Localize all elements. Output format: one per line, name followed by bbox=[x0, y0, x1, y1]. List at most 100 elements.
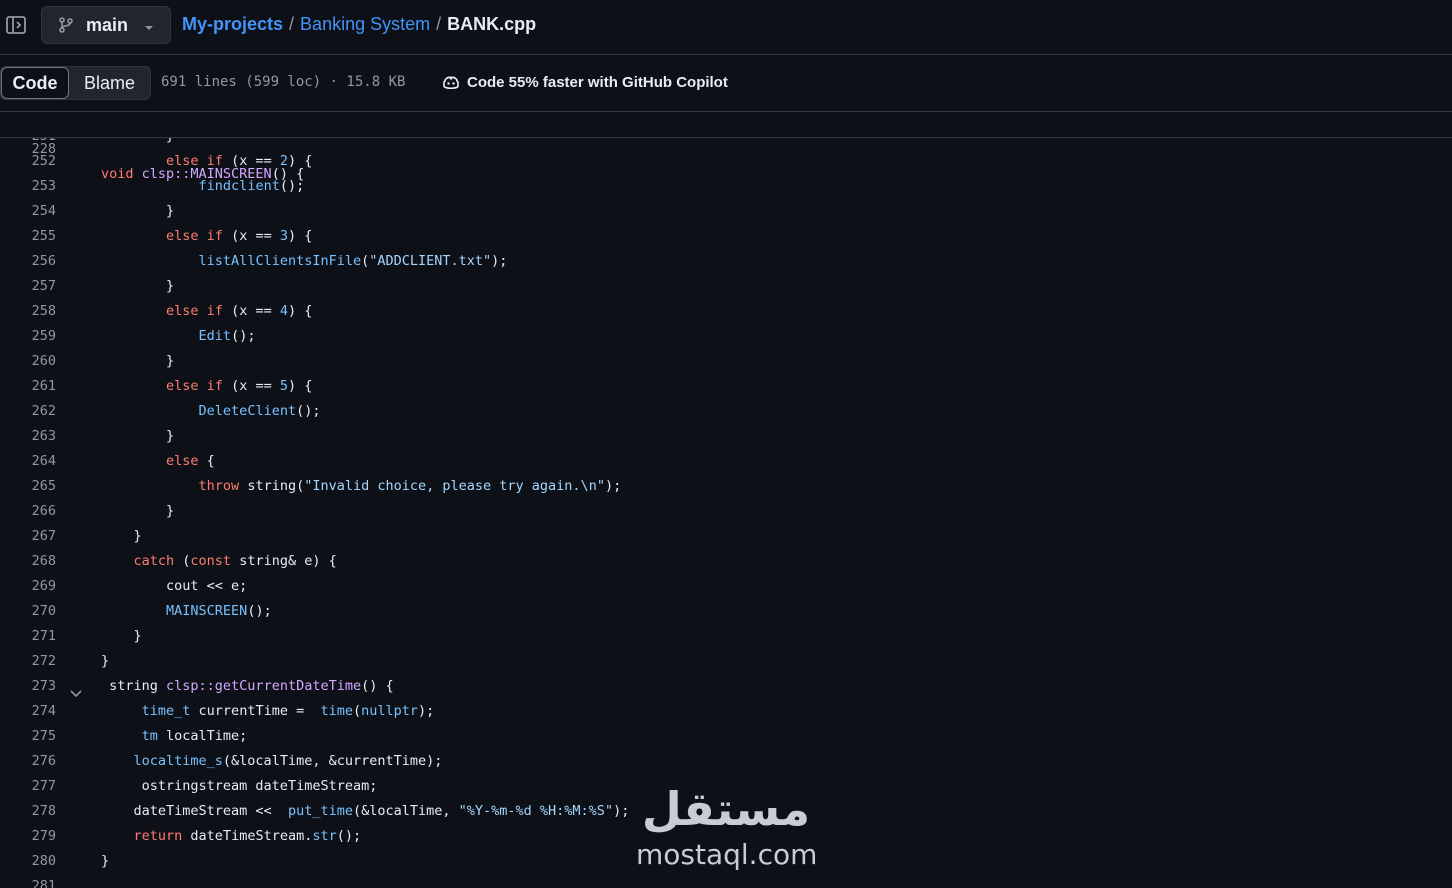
code-token: (&localTime, &currentTime); bbox=[222, 753, 443, 769]
code-token: ostringstream dateTimeStream; bbox=[101, 778, 378, 794]
code-token: cout << e; bbox=[101, 578, 248, 594]
line-number[interactable]: 257 bbox=[0, 274, 56, 299]
line-number[interactable]: 263 bbox=[0, 424, 56, 449]
code-line: 281 bbox=[0, 874, 1452, 888]
code-line: 272} bbox=[0, 649, 1452, 674]
code-token: str bbox=[312, 828, 337, 844]
breadcrumb-folder-link[interactable]: Banking System bbox=[300, 14, 430, 34]
code-text: } bbox=[101, 524, 142, 549]
code-text: tm localTime; bbox=[101, 724, 248, 749]
code-text: return dateTimeStream.str(); bbox=[101, 824, 362, 849]
code-token: string bbox=[101, 678, 167, 694]
copilot-promo-button[interactable]: Code 55% faster with GitHub Copilot bbox=[441, 73, 728, 91]
code-line: 271 } bbox=[0, 624, 1452, 649]
code-text: void clsp::MAINSCREEN() { bbox=[101, 162, 304, 187]
code-text: } bbox=[101, 424, 174, 449]
line-number[interactable]: 228 bbox=[0, 137, 56, 162]
line-number[interactable]: 260 bbox=[0, 349, 56, 374]
code-token: clsp::MAINSCREEN bbox=[141, 166, 272, 182]
code-token: 3 bbox=[279, 228, 288, 244]
code-line: 261 else if (x == 5) { bbox=[0, 374, 1452, 399]
line-number[interactable]: 269 bbox=[0, 574, 56, 599]
sticky-scroll-line[interactable]: 228 void clsp::MAINSCREEN() { bbox=[0, 112, 1452, 182]
breadcrumb-current-file: BANK.cpp bbox=[447, 14, 537, 34]
sidebar-toggle-icon[interactable] bbox=[5, 14, 27, 36]
code-line: 266 } bbox=[0, 499, 1452, 524]
line-number[interactable]: 280 bbox=[0, 849, 56, 874]
line-number[interactable]: 281 bbox=[0, 874, 56, 888]
line-number[interactable]: 278 bbox=[0, 799, 56, 824]
code-token: localTime; bbox=[157, 728, 248, 744]
code-line: 274 time_t currentTime = time(nullptr); bbox=[0, 699, 1452, 724]
code-token: (&localTime, bbox=[352, 803, 459, 819]
code-token: } bbox=[101, 628, 142, 644]
line-number[interactable]: 268 bbox=[0, 549, 56, 574]
code-line: 268 catch (const string& e) { bbox=[0, 549, 1452, 574]
code-text: DeleteClient(); bbox=[101, 399, 321, 424]
line-number[interactable]: 270 bbox=[0, 599, 56, 624]
code-token: else if bbox=[166, 228, 223, 244]
code-token: (); bbox=[296, 403, 321, 419]
line-number[interactable]: 271 bbox=[0, 624, 56, 649]
code-token: time bbox=[320, 703, 353, 719]
code-line: 263 } bbox=[0, 424, 1452, 449]
branch-selector-button[interactable]: main bbox=[41, 6, 171, 44]
code-token: } bbox=[101, 528, 142, 544]
breadcrumb: My-projects / Banking System / BANK.cpp bbox=[182, 14, 536, 35]
code-text: string clsp::getCurrentDateTime() { bbox=[101, 674, 394, 699]
line-number[interactable]: 273 bbox=[0, 674, 56, 699]
mostaql-watermark-logo: مستقل mostaql.com bbox=[636, 782, 817, 872]
line-number[interactable]: 279 bbox=[0, 824, 56, 849]
code-token: "ADDCLIENT.txt" bbox=[369, 253, 492, 269]
line-number[interactable]: 258 bbox=[0, 299, 56, 324]
line-number[interactable]: 262 bbox=[0, 399, 56, 424]
line-number[interactable]: 277 bbox=[0, 774, 56, 799]
breadcrumb-separator: / bbox=[436, 14, 442, 34]
line-number[interactable]: 261 bbox=[0, 374, 56, 399]
code-token: 4 bbox=[279, 303, 288, 319]
line-number[interactable]: 275 bbox=[0, 724, 56, 749]
code-token: MAINSCREEN bbox=[166, 603, 248, 619]
line-number[interactable]: 256 bbox=[0, 249, 56, 274]
code-token: put_time bbox=[287, 803, 353, 819]
line-number[interactable]: 264 bbox=[0, 449, 56, 474]
code-token: ( bbox=[174, 553, 191, 569]
code-text: dateTimeStream << put_time(&localTime, "… bbox=[101, 799, 630, 824]
breadcrumb-repo-link[interactable]: My-projects bbox=[182, 14, 283, 34]
line-number[interactable]: 255 bbox=[0, 224, 56, 249]
code-line: 260 } bbox=[0, 349, 1452, 374]
code-line: 254 } bbox=[0, 199, 1452, 224]
line-number[interactable]: 276 bbox=[0, 749, 56, 774]
chevron-down-icon[interactable] bbox=[70, 682, 82, 698]
code-token: ) { bbox=[287, 303, 313, 319]
code-token: nullptr bbox=[361, 703, 419, 719]
code-token: DeleteClient bbox=[198, 403, 297, 419]
code-line: 269 cout << e; bbox=[0, 574, 1452, 599]
line-number[interactable]: 267 bbox=[0, 524, 56, 549]
line-number[interactable]: 265 bbox=[0, 474, 56, 499]
line-number[interactable]: 274 bbox=[0, 699, 56, 724]
line-number[interactable]: 272 bbox=[0, 649, 56, 674]
code-text: else if (x == 5) { bbox=[101, 374, 312, 399]
line-number[interactable]: 266 bbox=[0, 499, 56, 524]
code-token: ); bbox=[604, 478, 622, 494]
code-line: 273 string clsp::getCurrentDateTime() { bbox=[0, 674, 1452, 699]
code-text: MAINSCREEN(); bbox=[101, 599, 272, 624]
code-view: 251 }252 else if (x == 2) {253 findclien… bbox=[0, 112, 1452, 888]
tab-code[interactable]: Code bbox=[1, 67, 69, 99]
code-token: (x == bbox=[222, 303, 280, 319]
git-branch-icon bbox=[57, 16, 75, 34]
code-line: 265 throw string("Invalid choice, please… bbox=[0, 474, 1452, 499]
line-number[interactable]: 259 bbox=[0, 324, 56, 349]
code-token: ); bbox=[491, 253, 508, 269]
code-token: Edit bbox=[198, 328, 232, 344]
tab-blame[interactable]: Blame bbox=[69, 67, 150, 99]
code-text: Edit(); bbox=[101, 324, 256, 349]
code-token: ) { bbox=[287, 378, 313, 394]
code-text: } bbox=[101, 649, 109, 674]
code-token: clsp::getCurrentDateTime bbox=[166, 678, 362, 694]
